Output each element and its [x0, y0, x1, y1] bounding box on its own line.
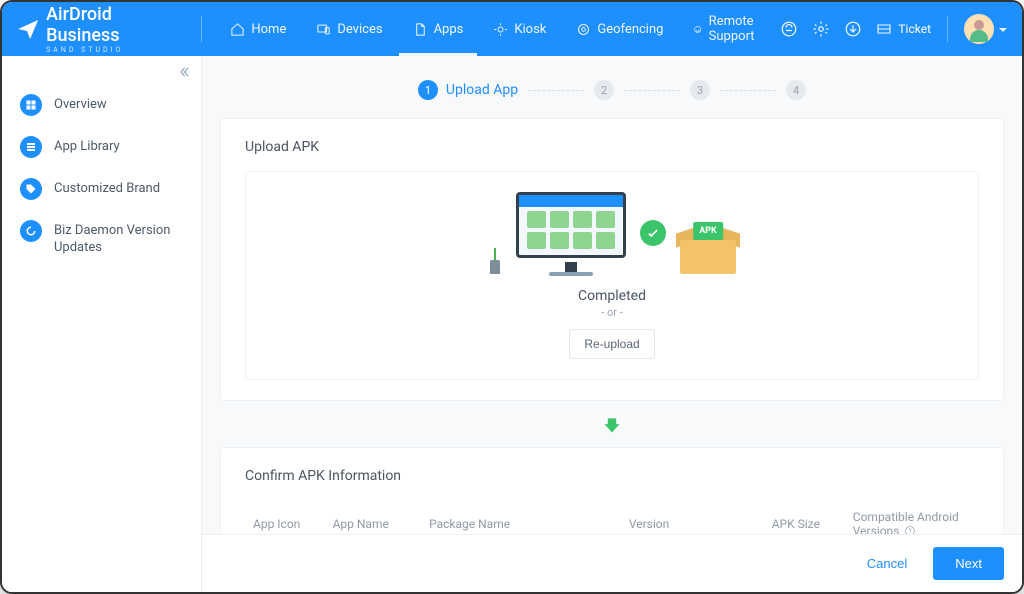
nav-remote-support-label: Remote Support	[709, 14, 767, 44]
nav-geofencing[interactable]: Geofencing	[562, 2, 677, 56]
devices-icon	[316, 22, 331, 37]
upload-illustration: APK	[488, 192, 736, 274]
apk-badge: APK	[693, 222, 723, 240]
sidebar-item-customized-brand[interactable]: Customized Brand	[2, 168, 201, 210]
home-icon	[230, 22, 245, 37]
nav-divider-right	[947, 16, 948, 42]
nav-divider	[201, 16, 202, 42]
nav-remote-support[interactable]: Remote Support	[679, 2, 780, 56]
update-icon	[20, 220, 42, 242]
sidebar-item-label: Biz Daemon Version Updates	[54, 220, 183, 257]
package-icon: APK	[680, 226, 736, 274]
reupload-button[interactable]: Re-upload	[569, 329, 654, 359]
sidebar-item-label: Customized Brand	[54, 178, 160, 198]
arrow-down-icon	[220, 415, 1004, 435]
step-label: Upload App	[446, 82, 518, 98]
step-1[interactable]: 1 Upload App	[418, 80, 518, 100]
ticket-label: Ticket	[898, 22, 931, 36]
sidebar-item-label: App Library	[54, 136, 120, 156]
account-menu[interactable]	[964, 14, 1008, 44]
sidebar-item-app-library[interactable]: App Library	[2, 126, 201, 168]
sidebar-item-biz-daemon[interactable]: Biz Daemon Version Updates	[2, 210, 201, 267]
nav-geofencing-label: Geofencing	[597, 22, 663, 37]
card-title: Confirm APK Information	[245, 468, 979, 484]
footer-actions: Cancel Next	[202, 534, 1022, 592]
paper-plane-icon	[16, 16, 40, 42]
step-2[interactable]: 2	[594, 80, 614, 100]
remote-support-icon	[693, 22, 702, 37]
step-3[interactable]: 3	[690, 80, 710, 100]
upload-zone[interactable]: APK Completed - or - Re-upload	[245, 171, 979, 380]
overview-icon	[20, 94, 42, 116]
nav-devices[interactable]: Devices	[302, 2, 396, 56]
download-icon[interactable]	[844, 20, 862, 38]
next-button[interactable]: Next	[933, 547, 1004, 580]
step-connector	[624, 90, 680, 91]
sidebar-item-label: Overview	[54, 94, 107, 114]
apps-icon	[413, 22, 428, 37]
nav-home[interactable]: Home	[216, 2, 300, 56]
stepper: 1 Upload App 2 3 4	[220, 56, 1004, 118]
step-connector	[528, 90, 584, 91]
cancel-button[interactable]: Cancel	[853, 547, 921, 580]
upload-apk-card: Upload APK APK Complet	[220, 118, 1004, 401]
top-nav: AirDroid Business SAND STUDIO Home Devic…	[2, 2, 1022, 56]
nav-home-label: Home	[251, 22, 286, 37]
kiosk-icon	[493, 22, 508, 37]
or-separator: - or -	[601, 306, 623, 319]
nav-devices-label: Devices	[337, 22, 382, 37]
ticket-link[interactable]: Ticket	[876, 21, 931, 37]
plant-icon	[488, 260, 502, 274]
chevron-down-icon	[998, 20, 1008, 39]
brand-subline: SAND STUDIO	[46, 46, 179, 54]
support-icon[interactable]	[780, 20, 798, 38]
brand-name: AirDroid Business	[46, 4, 179, 46]
nav-kiosk-label: Kiosk	[514, 22, 546, 37]
card-title: Upload APK	[245, 139, 979, 155]
nav-kiosk[interactable]: Kiosk	[479, 2, 560, 56]
nav-apps[interactable]: Apps	[399, 2, 478, 56]
nav-apps-label: Apps	[434, 22, 464, 37]
sidebar: Overview App Library Customized Brand Bi…	[2, 56, 202, 592]
sidebar-item-overview[interactable]: Overview	[2, 84, 201, 126]
check-icon	[640, 220, 666, 246]
ticket-icon	[876, 21, 892, 37]
geofencing-icon	[576, 22, 591, 37]
main-content: 1 Upload App 2 3 4 Upload APK	[202, 56, 1022, 592]
upload-status: Completed	[578, 288, 646, 304]
tag-icon	[20, 178, 42, 200]
gear-icon[interactable]	[812, 20, 830, 38]
step-4[interactable]: 4	[786, 80, 806, 100]
collapse-sidebar[interactable]	[177, 64, 191, 83]
brand-logo: AirDroid Business SAND STUDIO	[16, 4, 179, 54]
step-badge: 1	[418, 80, 438, 100]
library-icon	[20, 136, 42, 158]
step-connector	[720, 90, 776, 91]
avatar	[964, 14, 994, 44]
monitor-icon	[516, 192, 626, 274]
